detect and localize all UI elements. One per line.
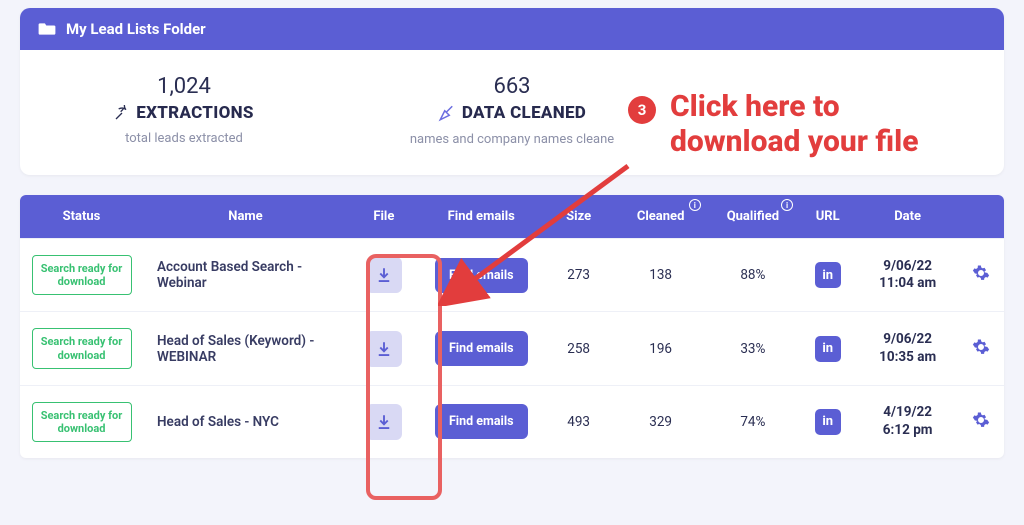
table-row: Search ready for download Head of Sales …: [20, 385, 1004, 458]
info-icon[interactable]: i: [781, 199, 793, 211]
pickaxe-icon: [114, 105, 130, 121]
download-icon: [375, 340, 393, 358]
status-badge: Search ready for download: [32, 255, 132, 295]
download-icon: [375, 413, 393, 431]
date-cell: 9/06/2210:35 am: [856, 312, 959, 385]
th-cleaned[interactable]: Cleanedi: [615, 195, 707, 239]
linkedin-icon[interactable]: in: [815, 336, 841, 362]
annotation-step-number: 3: [628, 96, 656, 124]
extractions-title: EXTRACTIONS: [136, 103, 253, 123]
info-icon[interactable]: i: [689, 199, 701, 211]
download-button[interactable]: [366, 404, 402, 440]
qualified-cell: 74%: [707, 385, 799, 458]
th-name[interactable]: Name: [143, 195, 348, 239]
gear-icon[interactable]: [972, 411, 990, 429]
folder-header: My Lead Lists Folder: [20, 8, 1004, 50]
table-body: Search ready for download Account Based …: [20, 239, 1004, 459]
th-file[interactable]: File: [348, 195, 420, 239]
leads-table-wrap: Status Name File Find emails Size Cleane…: [20, 195, 1004, 458]
stat-extractions: 1,024 EXTRACTIONS total leads extracted: [20, 74, 348, 147]
lead-name: Head of Sales - NYC: [143, 385, 348, 458]
find-emails-button[interactable]: Find emails: [435, 331, 528, 366]
annotation-text: Click here to download your file: [670, 90, 919, 159]
qualified-cell: 33%: [707, 312, 799, 385]
linkedin-icon[interactable]: in: [815, 262, 841, 288]
linkedin-icon[interactable]: in: [815, 409, 841, 435]
cleaned-cell: 138: [615, 239, 707, 312]
extractions-count: 1,024: [20, 74, 348, 99]
cleaned-title: DATA CLEANED: [462, 103, 586, 123]
status-badge: Search ready for download: [32, 328, 132, 368]
th-date[interactable]: Date: [856, 195, 959, 239]
download-icon: [375, 266, 393, 284]
gear-icon[interactable]: [972, 338, 990, 356]
th-find-emails[interactable]: Find emails: [420, 195, 543, 239]
find-emails-button[interactable]: Find emails: [435, 258, 528, 293]
cleaned-sub: names and company names cleane: [348, 132, 676, 147]
th-actions: [959, 195, 1004, 239]
th-status[interactable]: Status: [20, 195, 143, 239]
folder-icon: [38, 22, 56, 36]
size-cell: 493: [543, 385, 615, 458]
cleaned-count: 663: [348, 74, 676, 99]
download-button[interactable]: [366, 257, 402, 293]
table-head: Status Name File Find emails Size Cleane…: [20, 195, 1004, 239]
lead-name: Head of Sales (Keyword) - WEBINAR: [143, 312, 348, 385]
cleaned-cell: 196: [615, 312, 707, 385]
stat-cleaned: 663 DATA CLEANED names and company names…: [348, 74, 676, 147]
th-url[interactable]: URL: [799, 195, 856, 239]
th-size[interactable]: Size: [543, 195, 615, 239]
date-cell: 4/19/226:12 pm: [856, 385, 959, 458]
extractions-sub: total leads extracted: [20, 131, 348, 146]
find-emails-button[interactable]: Find emails: [435, 404, 528, 439]
broom-icon: [438, 104, 456, 122]
qualified-cell: 88%: [707, 239, 799, 312]
download-button[interactable]: [366, 331, 402, 367]
table-row: Search ready for download Head of Sales …: [20, 312, 1004, 385]
date-cell: 9/06/2211:04 am: [856, 239, 959, 312]
th-qualified[interactable]: Qualifiedi: [707, 195, 799, 239]
lead-name: Account Based Search - Webinar: [143, 239, 348, 312]
table-row: Search ready for download Account Based …: [20, 239, 1004, 312]
gear-icon[interactable]: [972, 264, 990, 282]
leads-table: Status Name File Find emails Size Cleane…: [20, 195, 1004, 458]
size-cell: 258: [543, 312, 615, 385]
cleaned-cell: 329: [615, 385, 707, 458]
folder-title: My Lead Lists Folder: [66, 20, 206, 38]
size-cell: 273: [543, 239, 615, 312]
status-badge: Search ready for download: [32, 402, 132, 442]
